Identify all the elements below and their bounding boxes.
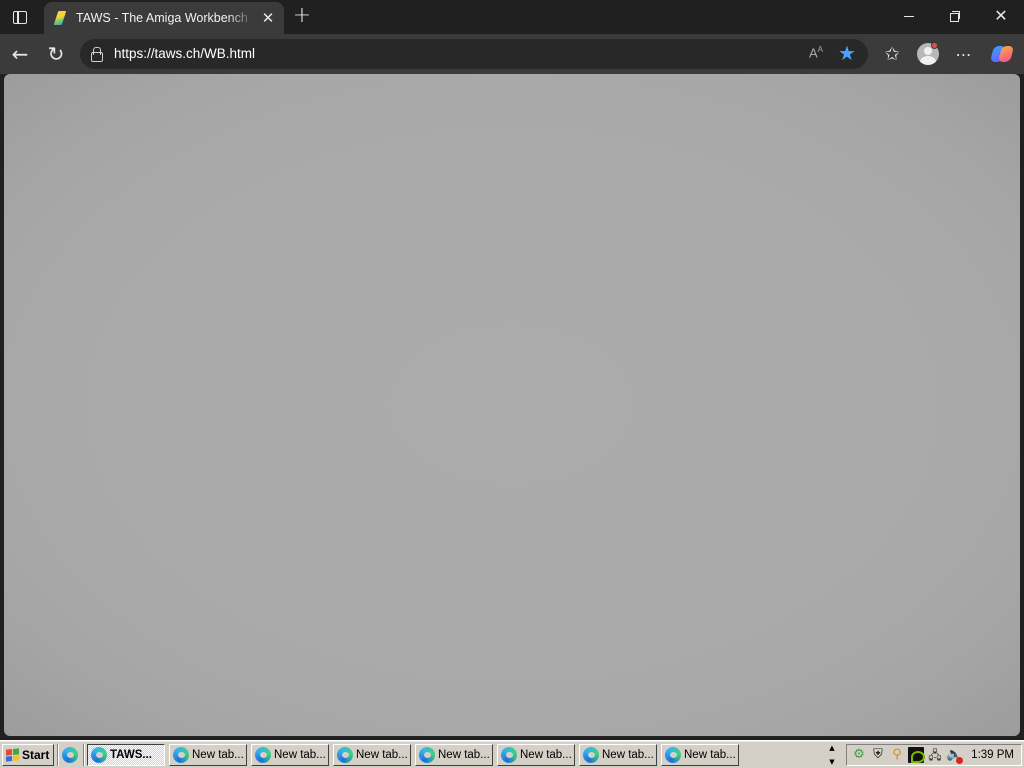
taskbar-separator [57, 744, 59, 766]
taskbar-task-taws[interactable]: TAWS... [87, 744, 165, 766]
start-button[interactable]: Start [2, 744, 54, 766]
read-aloud-letter: A [809, 45, 818, 61]
taskbar-task-new-tab[interactable]: New tab... [169, 744, 247, 766]
start-label: Start [22, 748, 50, 762]
edge-icon [665, 747, 681, 763]
edge-icon [583, 747, 599, 763]
task-label: New tab... [438, 749, 490, 761]
search-icon[interactable]: ⚲ [889, 747, 905, 763]
taskbar-scroll-buttons[interactable]: ▲ ▼ [822, 744, 842, 766]
close-window-button[interactable]: ✕ [978, 0, 1024, 32]
close-icon: ✕ [994, 6, 1008, 25]
read-aloud-icon[interactable]: AA [809, 45, 823, 60]
settings-more-button[interactable]: ⋯ [948, 38, 980, 70]
copilot-button[interactable] [986, 38, 1018, 70]
reload-button[interactable]: ↻ [40, 38, 72, 70]
restore-button[interactable] [932, 0, 978, 32]
page-content[interactable] [4, 74, 1020, 736]
taskbar-task-new-tab[interactable]: New tab... [497, 744, 575, 766]
edge-icon [173, 747, 189, 763]
task-label: New tab... [274, 749, 326, 761]
system-tray: ⚙ ⛨ ⚲ 🖧 🔈 1:39 PM [846, 744, 1022, 766]
edge-icon [419, 747, 435, 763]
address-bar[interactable]: https://taws.ch/WB.html AA ★ [80, 39, 868, 69]
minimize-button[interactable] [886, 0, 932, 32]
browser-toolbar: ← ↻ https://taws.ch/WB.html AA ★ ✩ ⋯ [0, 34, 1024, 74]
tab-title: TAWS - The Amiga Workbench Simulation [76, 11, 254, 25]
edge-icon [501, 747, 517, 763]
favorite-star-icon[interactable]: ★ [838, 41, 856, 65]
minimize-icon [904, 15, 914, 17]
back-arrow-icon: ← [11, 42, 29, 66]
windows-logo-icon [6, 748, 19, 762]
tab-taws[interactable]: TAWS - The Amiga Workbench Simulation ✕ [44, 2, 284, 34]
taskbar-task-new-tab[interactable]: New tab... [415, 744, 493, 766]
site-info-lock-icon[interactable] [90, 47, 103, 62]
gear-icon[interactable]: ⚙ [851, 747, 867, 763]
task-label: New tab... [602, 749, 654, 761]
new-tab-button[interactable]: + [290, 5, 314, 29]
network-icon[interactable]: 🖧 [927, 747, 943, 763]
edge-icon [337, 747, 353, 763]
taskbar-task-new-tab[interactable]: New tab... [251, 744, 329, 766]
reload-icon: ↻ [47, 42, 65, 66]
more-icon: ⋯ [955, 44, 973, 64]
task-label: New tab... [356, 749, 408, 761]
copilot-icon [990, 44, 1014, 64]
tab-actions-icon [13, 10, 27, 24]
volume-muted-icon[interactable]: 🔈 [946, 747, 963, 764]
taskbar-task-new-tab[interactable]: New tab... [579, 744, 657, 766]
title-bar: TAWS - The Amiga Workbench Simulation ✕ … [0, 0, 1024, 34]
clock[interactable]: 1:39 PM [971, 749, 1021, 761]
task-label: New tab... [192, 749, 244, 761]
taskbar-separator [83, 744, 85, 766]
restore-icon [950, 11, 960, 22]
tab-close-icon[interactable]: ✕ [260, 10, 276, 26]
task-label: New tab... [684, 749, 736, 761]
back-button[interactable]: ← [4, 38, 36, 70]
favorites-button[interactable]: ✩ [876, 38, 908, 70]
scroll-down-icon[interactable]: ▼ [829, 758, 834, 766]
edge-icon [255, 747, 271, 763]
taskbar-task-new-tab[interactable]: New tab... [661, 744, 739, 766]
tab-actions-button[interactable] [4, 3, 36, 31]
taskbar-task-new-tab[interactable]: New tab... [333, 744, 411, 766]
edge-quicklaunch-icon[interactable] [62, 747, 78, 763]
url-text[interactable]: https://taws.ch/WB.html [114, 46, 255, 61]
profile-badge-icon [931, 42, 938, 49]
read-aloud-sup: A [817, 45, 824, 54]
taws-favicon-icon [54, 10, 66, 26]
favorites-icon: ✩ [884, 43, 900, 65]
scroll-up-icon[interactable]: ▲ [829, 744, 834, 752]
taskbar: Start TAWS... New tab... New tab... New … [0, 740, 1024, 768]
task-label: TAWS... [110, 749, 152, 761]
task-label: New tab... [520, 749, 572, 761]
edge-icon [91, 747, 107, 763]
profile-button[interactable] [912, 38, 944, 70]
nvidia-icon[interactable] [908, 747, 925, 763]
shield-icon[interactable]: ⛨ [870, 747, 886, 763]
